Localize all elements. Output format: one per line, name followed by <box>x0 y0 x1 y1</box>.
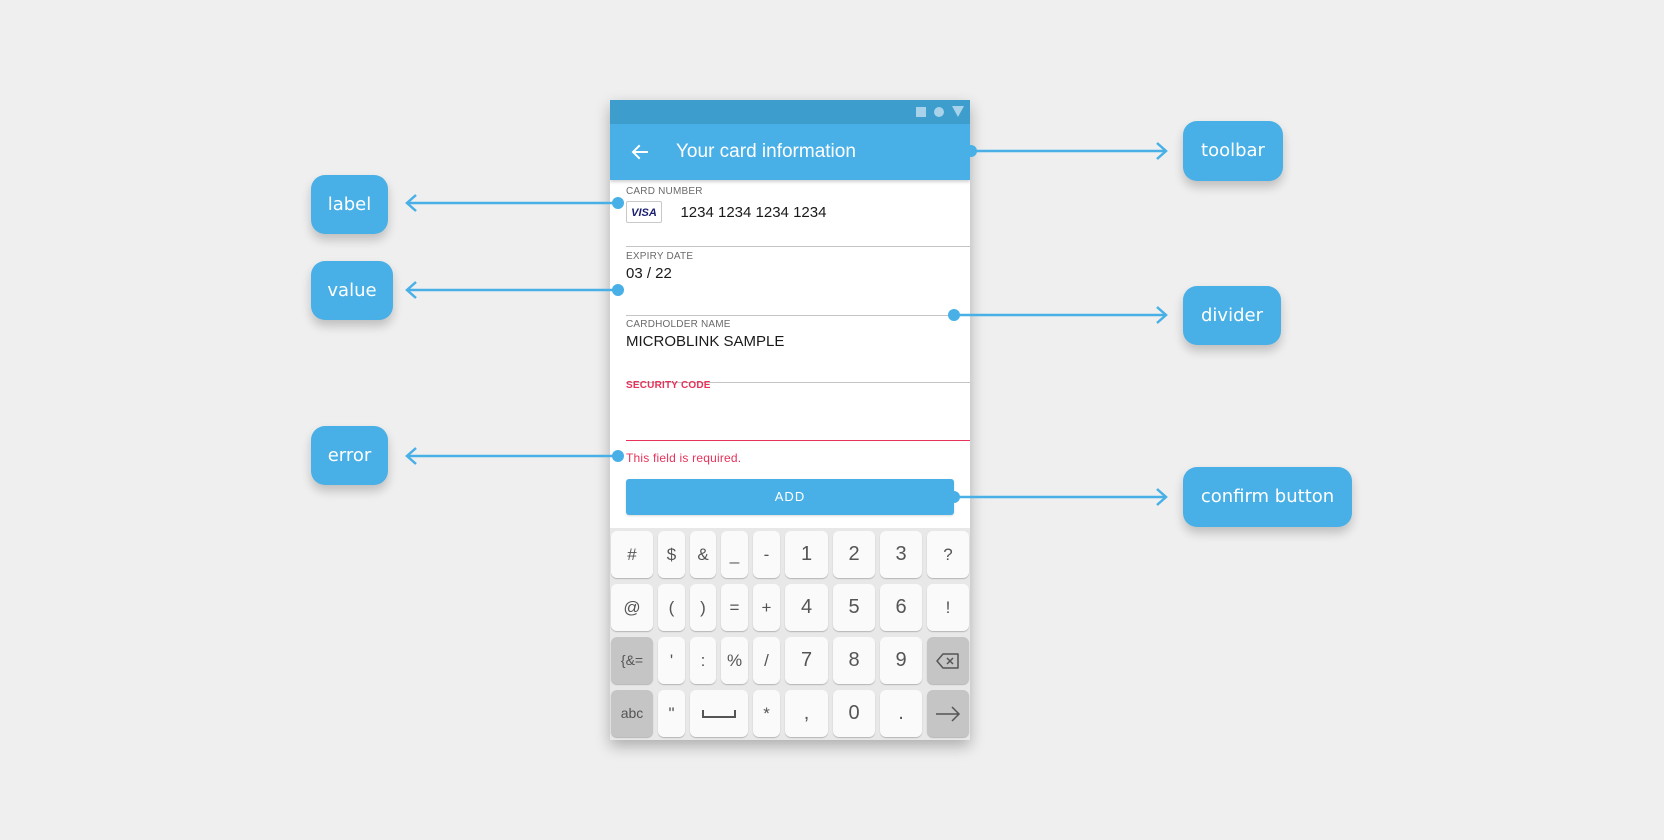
square-icon <box>916 106 926 117</box>
arrow-head-icon <box>1156 488 1168 506</box>
key[interactable]: , <box>785 690 828 737</box>
key[interactable]: % <box>721 637 748 684</box>
key[interactable]: " <box>658 690 685 737</box>
arrow-head-icon <box>1156 306 1168 324</box>
key[interactable]: _ <box>721 531 748 578</box>
key[interactable]: 8 <box>833 637 875 684</box>
key[interactable]: ' <box>658 637 685 684</box>
key[interactable]: 1 <box>785 531 828 578</box>
backspace-key[interactable] <box>927 637 969 684</box>
circle-icon <box>934 106 944 117</box>
key[interactable]: @ <box>611 584 653 631</box>
arrow-head-icon <box>405 281 417 299</box>
arrow-right-icon <box>936 706 961 722</box>
key[interactable]: $ <box>658 531 685 578</box>
annotation-label: label <box>311 175 388 234</box>
key[interactable]: - <box>753 531 780 578</box>
key[interactable]: ! <box>927 584 969 631</box>
arrow-head-icon <box>405 447 417 465</box>
divider <box>626 315 970 316</box>
key[interactable]: ( <box>658 584 685 631</box>
space-key[interactable] <box>690 690 748 737</box>
annotation-toolbar: toolbar <box>1183 121 1283 181</box>
expiry-date-label: EXPIRY DATE <box>626 251 694 262</box>
key[interactable]: . <box>880 690 922 737</box>
phone-screen: Your card information CARD NUMBER VISA 1… <box>610 100 970 740</box>
key[interactable]: = <box>721 584 748 631</box>
key[interactable]: # <box>611 531 653 578</box>
key[interactable]: 5 <box>833 584 875 631</box>
annotation-divider: divider <box>1183 286 1281 345</box>
key[interactable]: 6 <box>880 584 922 631</box>
annotation-error: error <box>311 426 388 485</box>
key[interactable]: 7 <box>785 637 828 684</box>
card-number-label: CARD NUMBER <box>626 186 703 197</box>
error-message: This field is required. <box>626 451 742 465</box>
arrow-head-icon <box>1156 142 1168 160</box>
key[interactable]: 0 <box>833 690 875 737</box>
symbols-toggle-key[interactable]: {&= <box>611 637 653 684</box>
key[interactable]: 4 <box>785 584 828 631</box>
visa-icon: VISA <box>626 201 662 223</box>
key[interactable]: + <box>753 584 780 631</box>
cardholder-name-field[interactable]: CARDHOLDER NAME MICROBLINK SAMPLE <box>626 319 970 383</box>
toolbar: Your card information <box>610 124 970 180</box>
expiry-date-value[interactable]: 03 / 22 <box>626 265 970 282</box>
backspace-icon <box>936 652 959 669</box>
key[interactable]: ? <box>927 531 969 578</box>
space-icon <box>702 709 736 718</box>
key[interactable]: 2 <box>833 531 875 578</box>
error-divider <box>626 440 970 441</box>
security-code-label: SECURITY CODE <box>626 380 711 391</box>
key[interactable]: 3 <box>880 531 922 578</box>
cardholder-name-label: CARDHOLDER NAME <box>626 319 731 330</box>
arrow-head-icon <box>405 194 417 212</box>
arrow-left-icon[interactable] <box>626 138 654 166</box>
cardholder-name-value[interactable]: MICROBLINK SAMPLE <box>626 333 970 350</box>
security-code-input[interactable] <box>626 394 970 412</box>
divider <box>626 246 970 247</box>
key[interactable]: ) <box>690 584 716 631</box>
key[interactable]: / <box>753 637 780 684</box>
status-bar <box>610 100 970 124</box>
annotation-confirm-button: confirm button <box>1183 467 1352 527</box>
security-code-field[interactable]: SECURITY CODE <box>626 380 970 441</box>
abc-toggle-key[interactable]: abc <box>611 690 653 737</box>
annotation-value: value <box>311 261 393 320</box>
key[interactable]: & <box>690 531 716 578</box>
key[interactable]: : <box>690 637 716 684</box>
card-number-value[interactable]: 1234 1234 1234 1234 <box>680 204 826 221</box>
key[interactable]: 9 <box>880 637 922 684</box>
expiry-date-field[interactable]: EXPIRY DATE 03 / 22 <box>626 251 970 316</box>
enter-key[interactable] <box>927 690 969 737</box>
keyboard: # $ & _ - 1 2 3 ? @ ( ) = + 4 5 6 ! {&= … <box>610 528 970 740</box>
add-button[interactable]: ADD <box>626 479 954 515</box>
page-title: Your card information <box>676 141 856 162</box>
card-number-field[interactable]: CARD NUMBER VISA 1234 1234 1234 1234 <box>626 186 970 247</box>
key[interactable]: * <box>753 690 780 737</box>
triangle-icon <box>952 106 964 117</box>
